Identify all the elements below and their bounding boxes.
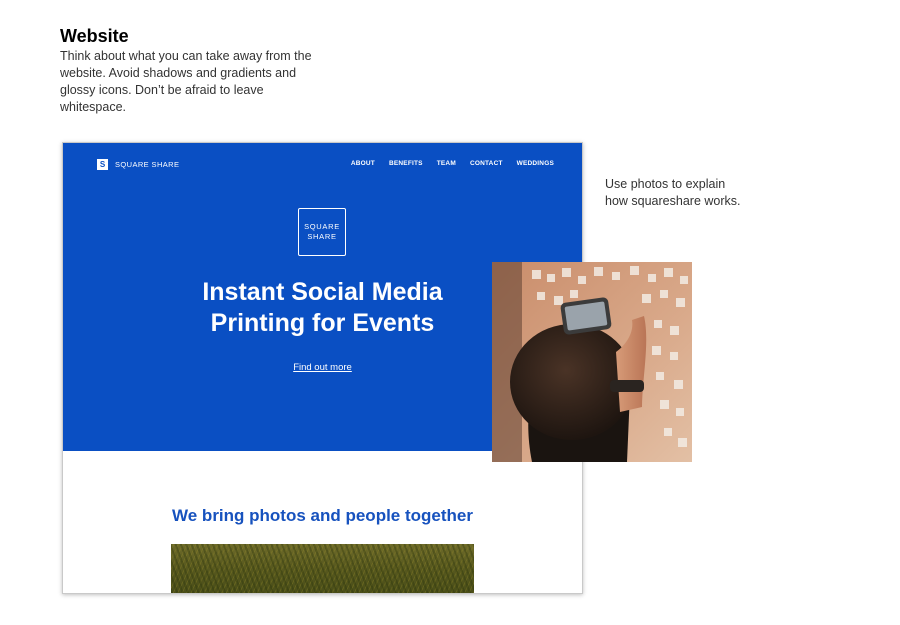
section-title: We bring photos and people together xyxy=(172,506,473,525)
intro-title: Website xyxy=(60,26,129,46)
hero-headline-line-1: Instant Social Media xyxy=(202,278,443,306)
logo-text: SQUARE SHARE xyxy=(115,160,180,169)
nav-team[interactable]: TEAM xyxy=(437,160,456,167)
intro-block: Website Think about what you can take aw… xyxy=(60,26,320,116)
logo-mark-icon: S xyxy=(97,159,108,170)
badge-line-1: SQUARE xyxy=(304,222,340,231)
main-nav: ABOUT BENEFITS TEAM CONTACT WEDDINGS xyxy=(351,160,554,167)
nav-weddings[interactable]: WEDDINGS xyxy=(517,160,554,167)
grass-photo xyxy=(171,544,474,593)
badge-line-2: SHARE xyxy=(307,232,337,241)
hero-headline-line-2: Printing for Events xyxy=(210,309,435,337)
intro-text: Think about what you can take away from … xyxy=(60,49,312,114)
nav-benefits[interactable]: BENEFITS xyxy=(389,160,423,167)
nav-contact[interactable]: CONTACT xyxy=(470,160,503,167)
nav-about[interactable]: ABOUT xyxy=(351,160,375,167)
site-logo[interactable]: S SQUARE SHARE xyxy=(97,159,179,170)
find-out-more-link[interactable]: Find out more xyxy=(293,362,352,373)
square-share-badge: SQUARE SHARE xyxy=(298,208,346,256)
side-note: Use photos to explain how squareshare wo… xyxy=(605,177,741,208)
phone-photo xyxy=(492,262,692,462)
phone-photo-illustration xyxy=(492,262,692,462)
